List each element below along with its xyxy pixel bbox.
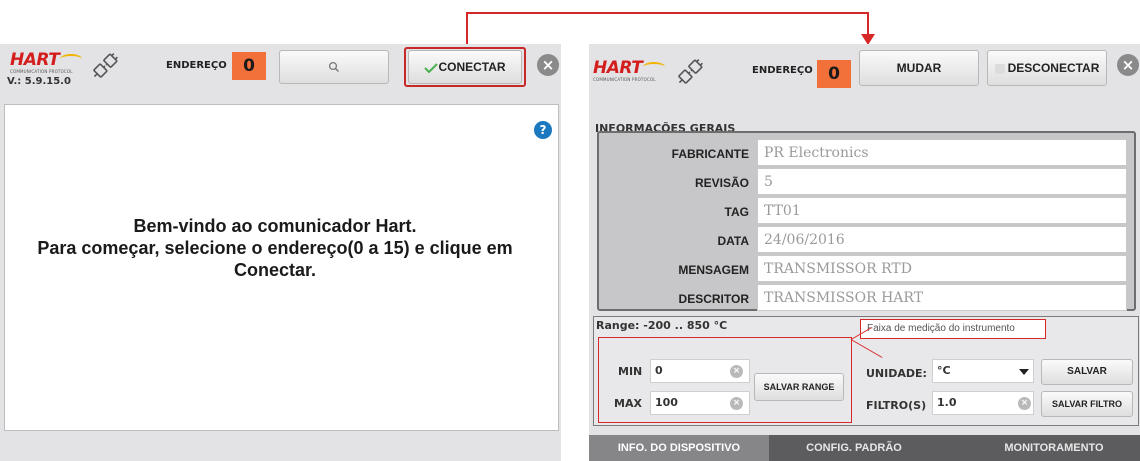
hart-logo: HART [10, 50, 60, 70]
manufacturer-label: FABRICANTE [671, 147, 749, 161]
connect-highlight-box [404, 47, 526, 87]
range-label: Range: -200 .. 850 °C [596, 319, 728, 332]
right-panel: HART COMMUNICATION PROTOCOL ENDEREÇO 0 M… [589, 44, 1140, 461]
disconnect-button-label: DESCONECTAR [1007, 61, 1100, 75]
range-config-box: Range: -200 .. 850 °C Faixa de medição d… [593, 316, 1139, 426]
manufacturer-field: PR Electronics [757, 139, 1127, 166]
save-range-button[interactable]: SALVAR RANGE [754, 373, 844, 401]
help-icon[interactable]: ? [534, 121, 552, 139]
tab-default-config[interactable]: CONFIG. PADRÃO [779, 435, 929, 461]
annotation-arrow-line [466, 12, 869, 14]
revision-label: REVISÃO [694, 176, 749, 190]
welcome-message: Bem-vindo ao comunicador Hart. Para come… [5, 215, 545, 281]
version-label: V.: 5.9.15.0 [7, 76, 71, 87]
revision-field: 5 [757, 168, 1127, 195]
hart-logo-subtitle: COMMUNICATION PROTOCOL [593, 77, 656, 82]
disconnect-button[interactable]: DESCONECTAR [987, 50, 1107, 86]
bottom-tab-bar: INFO. DO DISPOSITIVO CONFIG. PADRÃO MONI… [589, 435, 1140, 461]
message-label: MENSAGEM [678, 263, 749, 277]
chevron-down-icon [1019, 369, 1029, 375]
welcome-line-3: Conectar. [233, 260, 317, 280]
callout-pointer-line [850, 339, 883, 358]
general-info-box: FABRICANTE PR Electronics REVISÃO 5 TAG … [597, 131, 1136, 311]
address-label: ENDEREÇO [752, 65, 813, 76]
connector-plug-icon [678, 59, 703, 84]
change-button[interactable]: MUDAR [859, 50, 979, 86]
screenshot-root: HART COMMUNICATION PROTOCOL V.: 5.9.15.0… [0, 0, 1140, 461]
tag-label: TAG [724, 205, 749, 219]
connector-plug-icon [93, 53, 118, 78]
tag-field: TT01 [757, 197, 1127, 224]
annotation-arrow-end [867, 12, 869, 36]
hart-logo-wave [643, 62, 665, 72]
close-icon[interactable]: × [537, 54, 559, 76]
filter-label: FILTRO(S) [866, 399, 927, 412]
search-icon [328, 61, 339, 72]
range-callout: Faixa de medição do instrumento [860, 319, 1046, 339]
save-filter-button[interactable]: SALVAR FILTRO [1041, 391, 1133, 417]
date-label: DATA [717, 234, 749, 248]
tab-device-info[interactable]: INFO. DO DISPOSITIVO [589, 435, 769, 461]
address-input[interactable]: 0 [817, 60, 851, 88]
welcome-line-2: Para começar, selecione o endereço(0 a 1… [37, 238, 513, 258]
clear-filter-icon[interactable]: × [1018, 397, 1031, 410]
address-input[interactable]: 0 [232, 52, 266, 80]
welcome-content: ? Bem-vindo ao comunicador Hart. Para co… [4, 104, 559, 431]
clear-min-icon[interactable]: × [730, 365, 743, 378]
hart-logo-subtitle: COMMUNICATION PROTOCOL [10, 69, 73, 74]
disconnect-icon [994, 63, 1005, 74]
max-label: MAX [614, 397, 642, 410]
descriptor-field: TRANSMISSOR HART [757, 284, 1127, 311]
close-icon[interactable]: × [1117, 54, 1139, 76]
unit-label: UNIDADE: [866, 367, 927, 380]
hart-logo-wave [60, 54, 82, 64]
welcome-line-1: Bem-vindo ao comunicador Hart. [133, 216, 417, 236]
date-field: 24/06/2016 [757, 226, 1127, 253]
address-label: ENDEREÇO [166, 60, 227, 71]
min-label: MIN [618, 365, 643, 378]
tab-monitoring[interactable]: MONITORAMENTO [969, 435, 1139, 461]
message-field: TRANSMISSOR RTD [757, 255, 1127, 282]
descriptor-label: DESCRITOR [678, 292, 749, 306]
left-panel: HART COMMUNICATION PROTOCOL V.: 5.9.15.0… [0, 44, 561, 461]
save-unit-button[interactable]: SALVAR [1041, 359, 1133, 385]
hart-logo: HART [593, 58, 643, 78]
search-button[interactable] [279, 50, 389, 84]
clear-max-icon[interactable]: × [730, 397, 743, 410]
